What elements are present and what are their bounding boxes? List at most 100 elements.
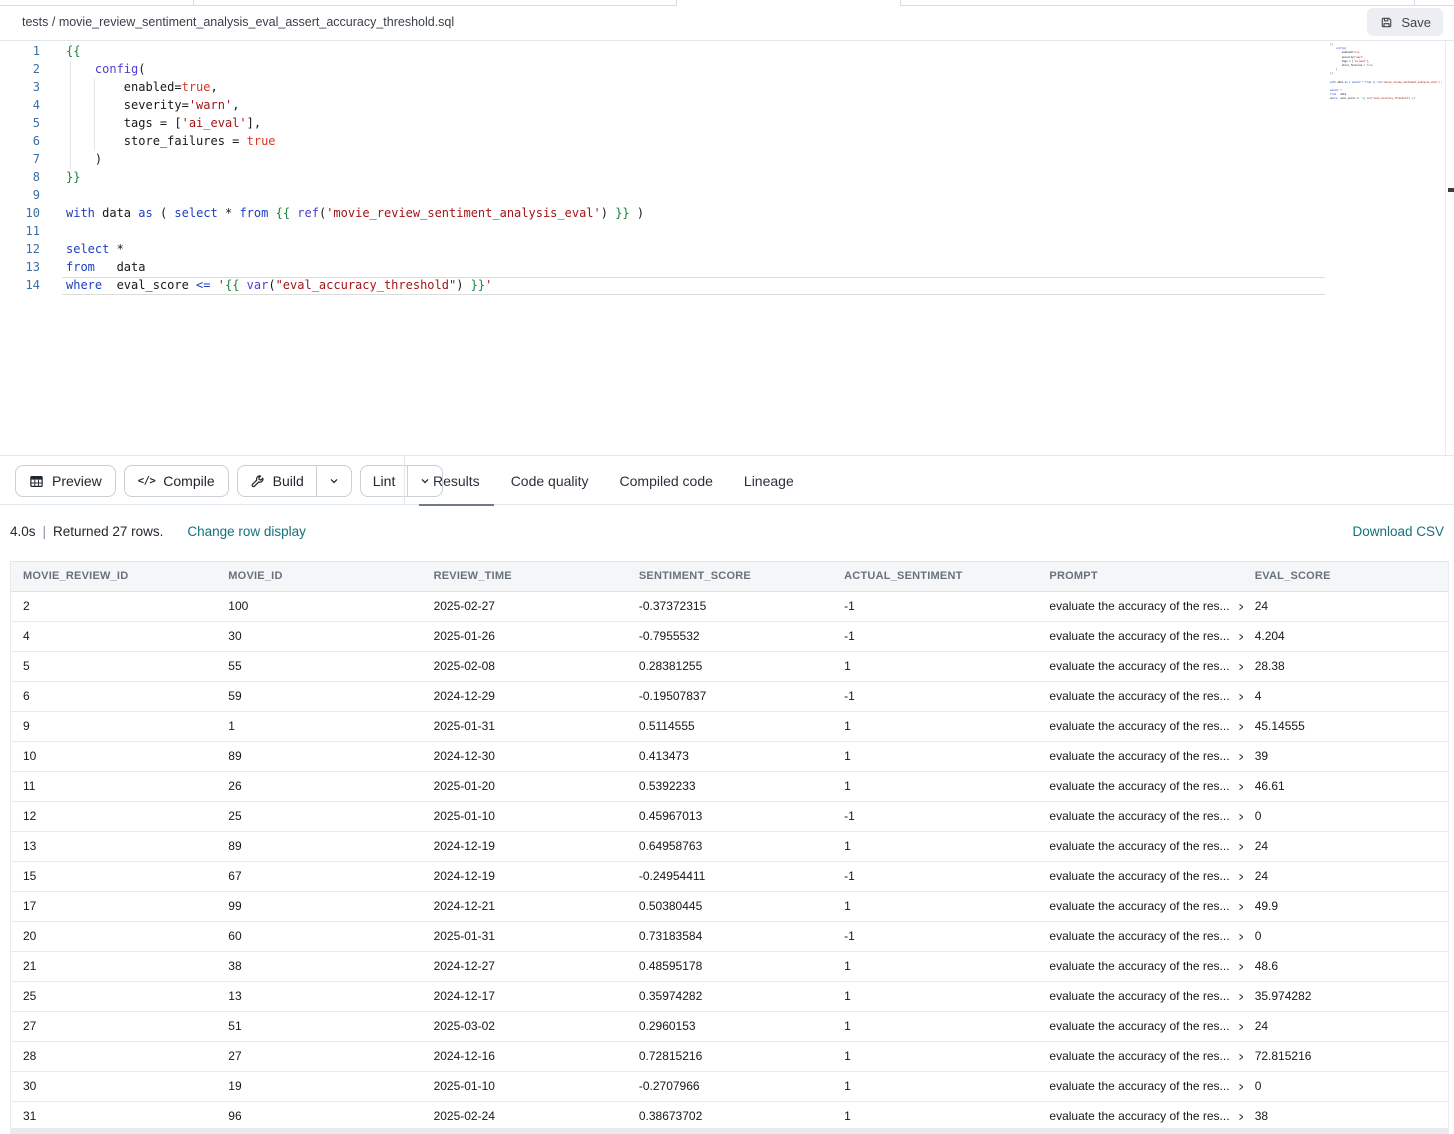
code-editor[interactable]: 1{{2 config(3 enabled=true,4 severity='w…: [0, 41, 1454, 455]
table-cell: 49.9: [1243, 892, 1448, 921]
expand-prompt-icon[interactable]: [1235, 901, 1243, 913]
cell-value: 38: [1255, 1102, 1268, 1131]
expand-prompt-icon[interactable]: [1235, 871, 1243, 883]
cell-value: evaluate the accuracy of the res...: [1049, 862, 1229, 891]
expand-prompt-icon[interactable]: [1235, 601, 1243, 613]
build-dropdown-button[interactable]: [316, 466, 351, 496]
cell-value: 89: [228, 832, 241, 861]
code-token: select: [1330, 89, 1339, 92]
code-token: }}: [66, 170, 80, 184]
expand-prompt-icon[interactable]: [1235, 691, 1243, 703]
preview-button[interactable]: Preview: [15, 465, 116, 497]
table-cell: 2025-02-08: [422, 652, 627, 681]
results-status-row: 4.0s | Returned 27 rows. Change row disp…: [0, 506, 1454, 561]
save-button[interactable]: Save: [1367, 8, 1443, 36]
compile-button[interactable]: </> Compile: [124, 465, 229, 497]
prompt-cell: evaluate the accuracy of the res...: [1037, 1102, 1242, 1131]
table-row: 10892024-12-300.4134731evaluate the accu…: [11, 742, 1448, 772]
expand-prompt-icon[interactable]: [1235, 841, 1243, 853]
cell-value: 27: [23, 1012, 36, 1041]
expand-prompt-icon[interactable]: [1235, 661, 1243, 673]
table-cell: 0.2960153: [627, 1012, 832, 1041]
code-token: }}: [615, 206, 629, 220]
cell-value: 0.38673702: [639, 1102, 702, 1131]
cell-value: 1: [844, 742, 851, 771]
code-token: {{: [66, 44, 80, 58]
prompt-cell: evaluate the accuracy of the res...: [1037, 1072, 1242, 1101]
tab-code-quality[interactable]: Code quality: [511, 456, 589, 506]
code-token: eval_score: [1337, 97, 1356, 100]
change-row-display-link[interactable]: Change row display: [187, 524, 306, 539]
cell-value: 5: [23, 652, 30, 681]
expand-prompt-icon[interactable]: [1235, 631, 1243, 643]
prompt-cell: evaluate the accuracy of the res...: [1037, 742, 1242, 771]
cell-value: 38: [228, 952, 241, 981]
cell-value: 2024-12-21: [434, 892, 495, 921]
code-line: 2 config(: [0, 60, 1454, 78]
code-token: ref: [297, 206, 319, 220]
expand-prompt-icon[interactable]: [1235, 961, 1243, 973]
table-cell: 6: [11, 682, 216, 711]
code-token: ): [630, 206, 644, 220]
cell-value: -0.2707966: [639, 1072, 700, 1101]
expand-prompt-icon[interactable]: [1235, 1111, 1243, 1123]
code-token: config: [95, 62, 138, 76]
build-button[interactable]: Build: [238, 466, 316, 496]
expand-prompt-icon[interactable]: [1235, 781, 1243, 793]
save-label: Save: [1401, 15, 1431, 30]
editor-scrollbar-thumb[interactable]: [1448, 188, 1454, 192]
code-token: ): [66, 152, 102, 166]
expand-prompt-icon[interactable]: [1235, 811, 1243, 823]
editor-minimap[interactable]: {{ config( enabled=true, severity='warn'…: [1330, 43, 1442, 102]
expand-prompt-icon[interactable]: [1235, 751, 1243, 763]
cell-value: -1: [844, 622, 855, 651]
expand-prompt-icon[interactable]: [1235, 721, 1243, 733]
table-cell: 13: [216, 982, 421, 1011]
cell-value: 2024-12-30: [434, 742, 495, 771]
cell-value: 2024-12-29: [434, 682, 495, 711]
code-text: config(: [66, 60, 146, 78]
cell-value: 25: [228, 802, 241, 831]
expand-prompt-icon[interactable]: [1235, 931, 1243, 943]
code-token: data: [95, 206, 138, 220]
table-cell: 1: [216, 712, 421, 741]
expand-prompt-icon[interactable]: [1235, 991, 1243, 1003]
tab-results[interactable]: Results: [433, 456, 480, 506]
cell-value: 1: [844, 1102, 851, 1131]
cell-value: 60: [228, 922, 241, 951]
code-text: store_failures = true: [66, 132, 276, 150]
code-token: data: [95, 260, 146, 274]
table-cell: 48.6: [1243, 952, 1448, 981]
download-csv-wrap: Download CSV: [1352, 506, 1444, 556]
table-cell: 0.50380445: [627, 892, 832, 921]
code-token: ,: [1359, 51, 1360, 54]
table-cell: 0.73183584: [627, 922, 832, 951]
cell-value: 2025-02-27: [434, 592, 495, 621]
table-cell: 1: [832, 1012, 1037, 1041]
table-icon: [29, 474, 44, 489]
table-cell: 96: [216, 1102, 421, 1131]
editor-action-buttons: Preview </> Compile Build: [15, 456, 443, 506]
expand-prompt-icon[interactable]: [1235, 1081, 1243, 1093]
expand-prompt-icon[interactable]: [1235, 1051, 1243, 1063]
table-cell: 0: [1243, 802, 1448, 831]
table-cell: 30: [11, 1072, 216, 1101]
line-number: 11: [0, 222, 40, 240]
tab-compiled-code[interactable]: Compiled code: [620, 456, 713, 506]
editor-scrollbar-track[interactable]: [1445, 41, 1446, 455]
table-cell: 25: [11, 982, 216, 1011]
action-bar: Preview </> Compile Build: [0, 455, 1454, 505]
table-cell: 1: [832, 1072, 1037, 1101]
horizontal-scrollbar[interactable]: [11, 1128, 1448, 1134]
table-row: 25132024-12-170.359742821evaluate the ac…: [11, 982, 1448, 1012]
code-token: <=: [196, 278, 210, 292]
lint-button[interactable]: Lint: [361, 466, 408, 496]
cell-value: 2024-12-19: [434, 862, 495, 891]
download-csv-link[interactable]: Download CSV: [1352, 524, 1444, 539]
cell-value: -1: [844, 922, 855, 951]
cell-value: 1: [228, 712, 235, 741]
expand-prompt-icon[interactable]: [1235, 1021, 1243, 1033]
table-row: 4302025-01-26-0.7955532-1evaluate the ac…: [11, 622, 1448, 652]
tab-lineage[interactable]: Lineage: [744, 456, 794, 506]
table-row: 17992024-12-210.503804451evaluate the ac…: [11, 892, 1448, 922]
